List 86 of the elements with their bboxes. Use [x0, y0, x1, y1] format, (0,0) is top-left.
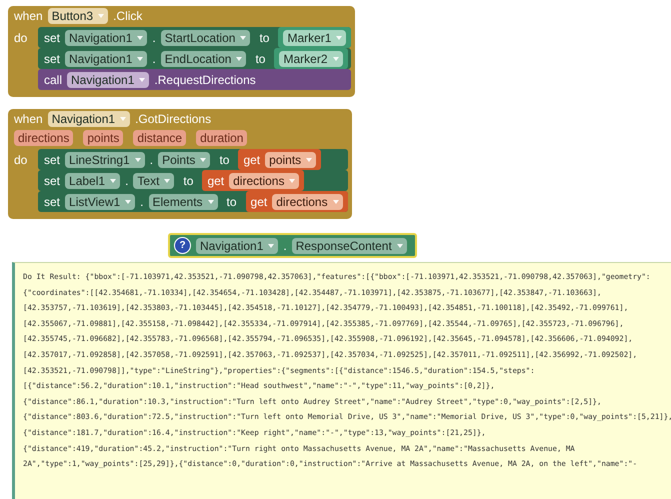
component-dropdown[interactable]: Navigation1: [67, 72, 150, 88]
caret-icon: [208, 200, 214, 204]
caret-icon: [336, 36, 342, 40]
caret-icon: [289, 178, 296, 182]
dot-separator: .: [140, 194, 144, 208]
caret-icon: [110, 178, 116, 182]
caret-icon: [332, 200, 339, 204]
getter-block[interactable]: get directions: [202, 170, 304, 191]
parameter-chip[interactable]: distance: [133, 130, 186, 146]
component-dropdown[interactable]: Points: [158, 152, 210, 168]
component-dropdown[interactable]: Navigation1: [196, 238, 278, 254]
caret-icon: [200, 158, 206, 162]
caret-icon: [137, 36, 144, 40]
block-keyword: call: [44, 72, 62, 86]
block-keyword: do: [14, 30, 28, 45]
caret-icon: [396, 244, 403, 248]
block-keyword: when: [14, 9, 43, 23]
block-keyword: when: [14, 112, 43, 126]
component-block[interactable]: Marker1: [278, 27, 352, 48]
block-keyword: get: [243, 152, 260, 166]
caret-icon: [164, 178, 170, 182]
property-getter-block[interactable]: ? Navigation1 . ResponseContent: [168, 233, 417, 258]
block-event-name: .GotDirections: [135, 112, 212, 126]
component-dropdown[interactable]: ListView1: [65, 194, 136, 210]
parameter-chip[interactable]: duration: [196, 130, 248, 146]
event-block[interactable]: when Navigation1 .GotDirections directions points distance duration do set LineString1 . Points to get points set Label1 . Text to get directions set ListView1 . Elements to get directions: [8, 109, 352, 219]
dot-separator: .: [152, 52, 156, 66]
setter-block[interactable]: set Label1 . Text to get directions: [38, 170, 348, 191]
setter-block[interactable]: set Navigation1 . StartLocation to Marker1: [38, 27, 352, 48]
block-keyword: to: [226, 194, 237, 208]
component-dropdown[interactable]: Navigation1: [48, 111, 130, 127]
component-dropdown[interactable]: Button3: [48, 8, 108, 24]
method-call-block[interactable]: call Navigation1 .RequestDirections: [38, 69, 352, 90]
component-dropdown[interactable]: Elements: [148, 194, 218, 210]
dot-separator: .: [125, 174, 128, 188]
component-dropdown[interactable]: Marker1: [283, 30, 346, 46]
setter-block[interactable]: set Navigation1 . EndLocation to Marker2: [38, 48, 352, 69]
block-keyword: set: [44, 194, 60, 208]
component-block[interactable]: Marker2: [274, 48, 348, 69]
setter-block[interactable]: set ListView1 . Elements to get directions: [38, 191, 348, 212]
dot-separator: .: [150, 152, 154, 166]
component-dropdown[interactable]: Navigation1: [65, 50, 148, 66]
block-keyword: to: [219, 152, 230, 166]
caret-icon: [137, 56, 144, 60]
method-name: .RequestDirections: [154, 72, 256, 86]
caret-icon: [98, 14, 104, 18]
component-dropdown[interactable]: EndLocation: [160, 50, 246, 66]
parameter-chip[interactable]: directions: [14, 130, 74, 146]
caret-icon: [120, 117, 126, 121]
caret-icon: [134, 158, 141, 162]
caret-icon: [236, 56, 242, 60]
parameter-chip[interactable]: points: [83, 130, 124, 146]
caret-icon: [332, 56, 338, 60]
component-dropdown[interactable]: Marker2: [279, 50, 342, 66]
block-keyword: get: [250, 194, 268, 208]
block-keyword: to: [183, 174, 194, 188]
setter-block[interactable]: set LineString1 . Points to get points: [38, 149, 348, 170]
getter-block[interactable]: get points: [238, 149, 322, 170]
component-dropdown[interactable]: Text: [133, 172, 174, 188]
block-keyword: set: [44, 174, 60, 188]
component-dropdown[interactable]: StartLocation: [160, 30, 250, 46]
getter-block[interactable]: get directions: [246, 191, 348, 212]
block-keyword: to: [255, 52, 266, 66]
caret-icon: [125, 200, 132, 204]
component-dropdown[interactable]: points: [265, 152, 316, 168]
block-event-name: .Click: [113, 9, 142, 23]
block-keyword: get: [207, 174, 224, 188]
block-keyword: to: [259, 30, 270, 44]
caret-icon: [268, 244, 274, 248]
block-keyword: set: [44, 152, 60, 166]
component-dropdown[interactable]: directions: [272, 194, 343, 210]
dot-separator: .: [152, 30, 156, 44]
block-keyword: set: [44, 52, 60, 66]
component-dropdown[interactable]: LineString1: [65, 152, 145, 168]
dot-separator: .: [283, 238, 287, 252]
help-badge[interactable]: ?: [174, 237, 191, 254]
block-keyword: set: [44, 30, 60, 44]
caret-icon: [240, 36, 246, 40]
component-dropdown[interactable]: Navigation1: [65, 30, 148, 46]
component-dropdown[interactable]: ResponseContent: [292, 238, 407, 254]
component-dropdown[interactable]: Label1: [65, 172, 120, 188]
caret-icon: [306, 158, 312, 162]
block-keyword: do: [14, 152, 28, 167]
event-block[interactable]: when Button3 .Click do set Navigation1 . StartLocation to Marker1 set Navigation1 . EndLocation to Marker2 call Navigation1 .RequestDirections: [8, 6, 356, 97]
caret-icon: [139, 78, 146, 82]
component-dropdown[interactable]: directions: [229, 172, 300, 188]
